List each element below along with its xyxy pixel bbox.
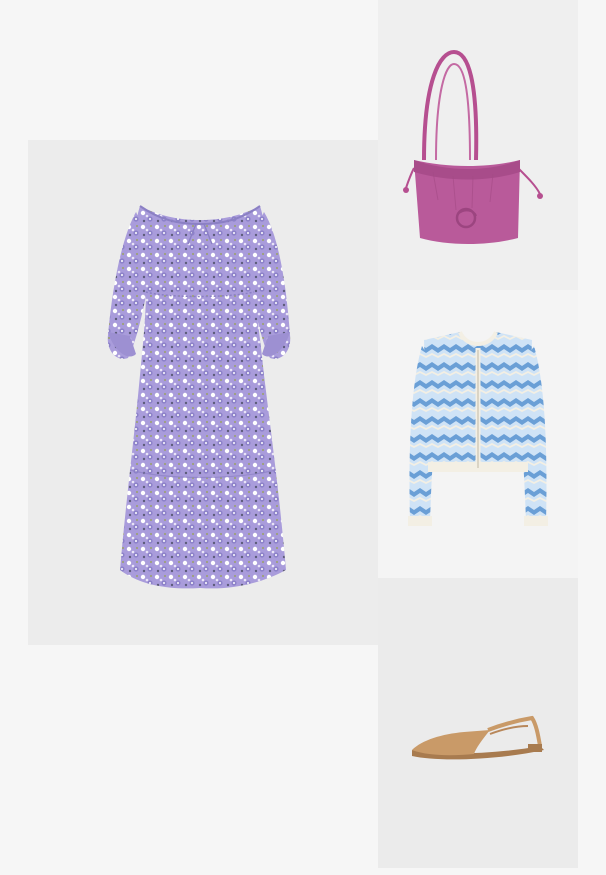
bag-icon	[403, 49, 543, 244]
shoe-product-tile[interactable]	[378, 578, 578, 868]
cardigan-icon	[408, 331, 548, 526]
bag-product-tile[interactable]	[378, 0, 578, 290]
cardigan-product-tile[interactable]	[378, 290, 578, 578]
dress-product-tile[interactable]	[28, 140, 378, 645]
shoe-icon	[412, 715, 544, 760]
dress-icon	[107, 205, 291, 589]
